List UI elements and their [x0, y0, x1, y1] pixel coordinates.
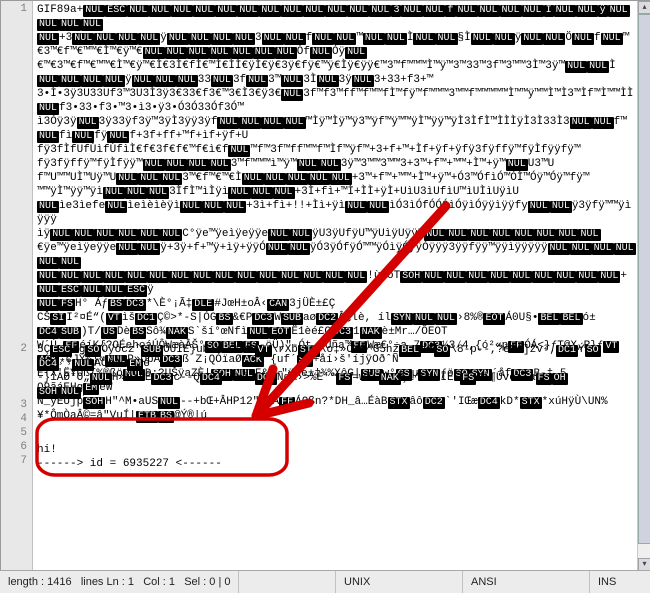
status-eol: UNIX	[336, 571, 463, 593]
status-bar: length : 1416 lines Ln : 1 Col : 1 Sel :…	[0, 570, 650, 593]
status-mode: INS	[590, 571, 650, 593]
text-content[interactable]: GIF89a+NULESCNULNULNULNULNULNULNULNULNUL…	[37, 3, 637, 569]
scroll-up-button[interactable]: ▴	[638, 1, 650, 14]
vertical-scrollbar[interactable]: ▴ ▾	[637, 1, 650, 571]
col-label: Col :	[143, 576, 166, 588]
status-length: length : 1416 lines Ln : 1 Col : 1 Sel :…	[0, 571, 239, 593]
lines-value: Ln : 1	[107, 576, 135, 588]
hidden-message-id: ------> id = 6935227 <------	[37, 457, 222, 471]
sel-value: 0 | 0	[209, 576, 230, 588]
scrollbar-thumb[interactable]	[638, 14, 650, 544]
binary-line-2: 5ÇESCkgSOÒÿöczˆSUBÔUÌE}uÞ¹m´Ö9XœVT\rXbST…	[37, 343, 601, 399]
hidden-message-hi: hi!	[37, 443, 222, 457]
blank-line	[37, 429, 222, 443]
line-number: 4	[1, 413, 27, 425]
blank-line	[37, 415, 222, 429]
line-number: 1	[1, 3, 27, 15]
line-number: 5	[1, 427, 27, 439]
col-value: 1	[169, 576, 175, 588]
line-number: 2	[1, 343, 27, 355]
line-number-gutter: 1 2 3 4 5 6 7	[1, 1, 33, 571]
line-number: 7	[1, 455, 27, 467]
status-spacer	[239, 571, 336, 593]
length-label: length :	[8, 576, 44, 588]
length-value: 1416	[47, 576, 71, 588]
line-number: 6	[1, 441, 27, 453]
status-encoding: ANSI	[463, 571, 590, 593]
line-number: 3	[1, 399, 27, 411]
sel-label: Sel :	[184, 576, 206, 588]
blank-line	[37, 401, 222, 415]
editor-pane: 1 2 3 4 5 6 7 GIF89a+NULESCNULNULNULNULN…	[0, 0, 650, 572]
lines-label: lines	[81, 576, 104, 588]
